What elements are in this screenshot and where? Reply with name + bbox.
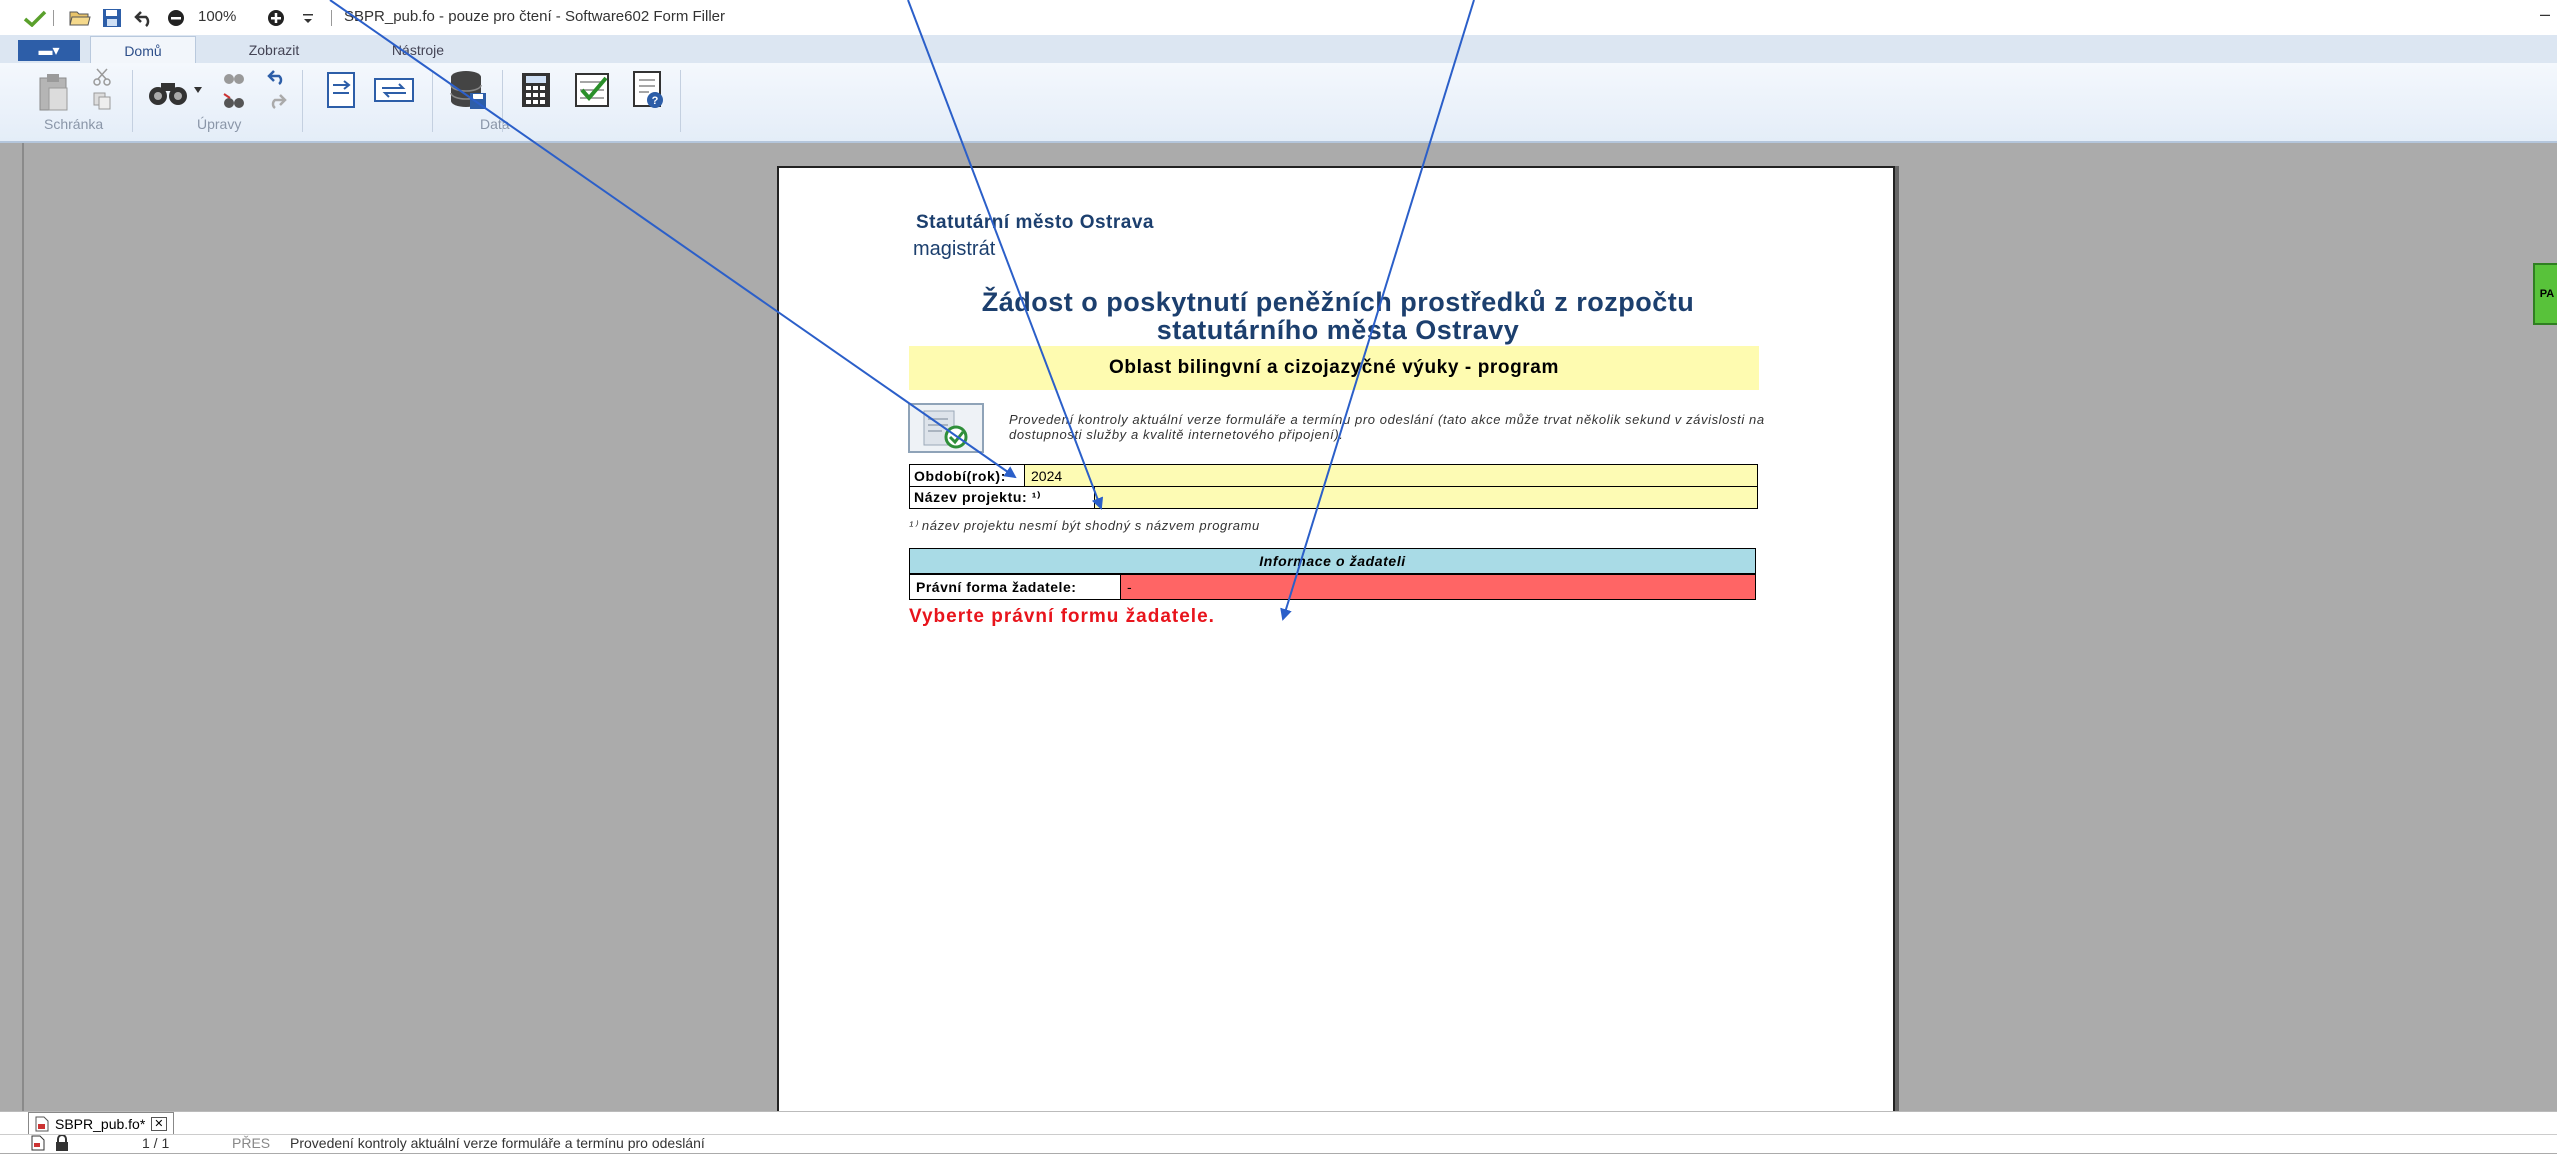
document-tab-strip (0, 1111, 2557, 1135)
document-check-icon (923, 410, 968, 449)
period-field[interactable]: 2024 (1024, 465, 1757, 486)
separator (50, 6, 56, 30)
replace-icon[interactable] (220, 90, 248, 112)
applicant-section-header: Informace o žadateli (909, 548, 1756, 574)
tab-home[interactable]: Domů (90, 36, 196, 64)
organization-name: Statutární město Ostrava (916, 212, 1154, 233)
cut-icon[interactable] (90, 66, 114, 88)
close-tab-button[interactable]: ✕ (151, 1116, 167, 1131)
import-data-icon[interactable] (322, 70, 360, 110)
find-binoculars-icon[interactable] (146, 72, 190, 112)
side-panel-tab[interactable]: PA (2533, 263, 2557, 325)
zoom-level[interactable]: 100% (198, 8, 236, 25)
group-label-clipboard: Schránka (44, 116, 104, 132)
open-folder-icon[interactable] (68, 6, 92, 30)
legal-form-error: Vyberte právní formu žadatele. (909, 606, 1215, 627)
project-name-footnote: ¹⁾ název projektu nesmí být shodný s náz… (909, 518, 1260, 533)
ribbon-separator (132, 70, 133, 132)
ribbon-separator (502, 70, 503, 132)
project-name-field[interactable] (1094, 487, 1757, 508)
zoom-out-icon[interactable] (164, 6, 188, 30)
paste-icon[interactable] (36, 70, 72, 114)
document-tab-name: SBPR_pub.fo* (55, 1115, 146, 1132)
version-check-button[interactable] (908, 403, 984, 453)
version-check-note: Provedení kontroly aktuální verze formul… (1009, 412, 1765, 442)
insert-mode: PŘES (232, 1135, 271, 1151)
database-save-icon[interactable] (446, 68, 490, 112)
dropdown-arrow-icon[interactable] (192, 84, 204, 96)
ribbon-separator (302, 70, 303, 132)
project-name-label: Název projektu: ¹⁾ (910, 487, 1094, 508)
heading-line-1: Žádost o poskytnutí peněžních prostředků… (981, 287, 1695, 317)
page-icon (30, 1135, 46, 1154)
help-document-icon[interactable]: ? (628, 68, 668, 112)
undo-icon[interactable] (132, 6, 156, 30)
legal-form-row: Právní forma žadatele: - (909, 574, 1756, 600)
ribbon-separator (680, 70, 681, 132)
period-row: Období(rok): 2024 (910, 465, 1757, 487)
save-icon[interactable] (100, 6, 124, 30)
page-counter: 1 / 1 (142, 1135, 170, 1151)
group-label-data: Data (480, 116, 510, 132)
legal-form-select[interactable]: - (1121, 575, 1755, 599)
minimize-button[interactable]: – (2540, 4, 2550, 25)
customize-toolbar-icon[interactable] (298, 6, 318, 30)
form-file-icon (35, 1116, 49, 1131)
form-heading: Žádost o poskytnutí peněžních prostředků… (913, 288, 1763, 344)
heading-line-2: statutárního města Ostravy (1156, 315, 1520, 345)
form-page: Statutární město Ostrava magistrát Žádos… (777, 166, 1895, 1130)
file-menu-button[interactable]: ▬▾ (18, 40, 80, 61)
ribbon-separator (432, 70, 433, 132)
find-next-icon[interactable] (220, 66, 248, 88)
tab-view[interactable]: Zobrazit (222, 36, 326, 63)
window-title: SBPR_pub.fo - pouze pro čtení - Software… (344, 8, 726, 25)
project-name-row: Název projektu: ¹⁾ (910, 487, 1757, 508)
period-label: Období(rok): (910, 465, 1024, 486)
copy-icon[interactable] (90, 90, 114, 112)
undo-ribbon-icon[interactable] (264, 66, 290, 88)
svg-text:?: ? (652, 95, 659, 107)
separator (328, 6, 334, 30)
tab-tools[interactable]: Nástroje (366, 36, 470, 63)
legal-form-label: Právní forma žadatele: (910, 575, 1121, 599)
calculator-icon[interactable] (516, 70, 556, 110)
project-info-table: Období(rok): 2024 Název projektu: ¹⁾ (909, 464, 1758, 509)
program-title: Oblast bilingvní a cizojazyčné výuky - p… (909, 346, 1759, 390)
group-label-edit: Úpravy (197, 116, 242, 132)
refresh-data-icon[interactable] (372, 70, 416, 110)
validate-form-icon[interactable] (572, 70, 612, 110)
checkmark-icon[interactable] (22, 6, 48, 30)
zoom-in-icon[interactable] (264, 6, 288, 30)
organization-sub: magistrát (913, 238, 996, 260)
status-message: Provedení kontroly aktuální verze formul… (290, 1135, 705, 1151)
document-tab[interactable]: SBPR_pub.fo* ✕ (28, 1112, 174, 1135)
lock-icon (54, 1134, 70, 1154)
redo-icon[interactable] (264, 90, 290, 112)
